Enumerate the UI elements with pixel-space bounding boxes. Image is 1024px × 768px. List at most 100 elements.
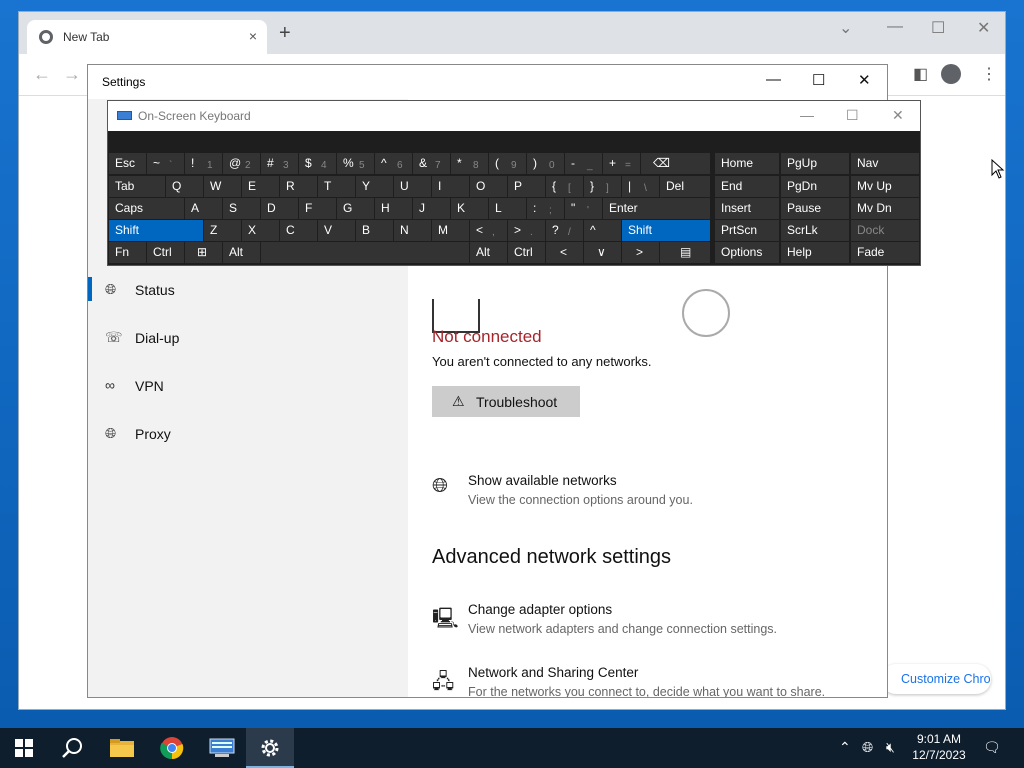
chrome-taskbar-button[interactable] xyxy=(148,728,196,768)
file-explorer-button[interactable] xyxy=(98,728,146,768)
sidebar-item-proxy[interactable]: 🌐︎ Proxy xyxy=(88,415,408,455)
key-prtscn[interactable]: PrtScn xyxy=(715,220,779,241)
key-plus[interactable]: + = xyxy=(603,153,640,174)
key-esc[interactable]: Esc xyxy=(109,153,146,174)
key-5[interactable]: % 5 xyxy=(337,153,374,174)
notification-icon[interactable]: 🗨︎ xyxy=(983,739,1001,756)
key-quote[interactable]: " ' xyxy=(565,198,602,219)
key-mvdn[interactable]: Mv Dn xyxy=(851,198,919,219)
key-m[interactable]: M xyxy=(432,220,469,241)
key-s[interactable]: S xyxy=(223,198,260,219)
key-home[interactable]: Home xyxy=(715,153,779,174)
key-q[interactable]: Q xyxy=(166,176,203,197)
key-options[interactable]: Options xyxy=(715,242,779,263)
key-z[interactable]: Z xyxy=(204,220,241,241)
menu-icon[interactable]: ⋮ xyxy=(981,64,997,84)
key-e[interactable]: E xyxy=(242,176,279,197)
minimize-icon[interactable]: — xyxy=(766,71,781,88)
key-left-ctrl[interactable]: Ctrl xyxy=(147,242,184,263)
key-comma[interactable]: <, xyxy=(470,220,507,241)
chevron-up-icon[interactable]: ⌃ xyxy=(839,739,851,756)
close-icon[interactable]: ✕ xyxy=(977,18,990,38)
side-panel-icon[interactable]: ◧ xyxy=(913,64,928,84)
maximize-icon[interactable]: ☐ xyxy=(846,107,859,124)
key-insert[interactable]: Insert xyxy=(715,198,779,219)
settings-taskbar-button[interactable] xyxy=(246,728,294,768)
osk-taskbar-button[interactable] xyxy=(198,728,246,768)
key-1[interactable]: ! 1 xyxy=(185,153,222,174)
key-t[interactable]: T xyxy=(318,176,355,197)
key-fade[interactable]: Fade xyxy=(851,242,919,263)
key-lbracket[interactable]: {[ xyxy=(546,176,583,197)
key-tilde[interactable]: ~ ` xyxy=(147,153,184,174)
key-down-arrow[interactable]: ∨ xyxy=(584,242,621,263)
key-right-arrow[interactable]: > xyxy=(622,242,659,263)
key-left-shift[interactable]: Shift xyxy=(109,220,203,241)
key-g[interactable]: G xyxy=(337,198,374,219)
key-space[interactable] xyxy=(261,242,469,263)
adapter-link[interactable]: Change adapter options xyxy=(468,602,612,617)
key-right-shift[interactable]: Shift xyxy=(622,220,710,241)
key-period[interactable]: >. xyxy=(508,220,545,241)
key-right-alt[interactable]: Alt xyxy=(470,242,507,263)
key-0[interactable]: ) 0 xyxy=(527,153,564,174)
customize-chrome-button[interactable]: Customize Chrome xyxy=(881,664,991,694)
key-h[interactable]: H xyxy=(375,198,412,219)
key-o[interactable]: O xyxy=(470,176,507,197)
key-9[interactable]: (9 xyxy=(489,153,526,174)
key-slash[interactable]: ? / xyxy=(546,220,583,241)
key-scrlk[interactable]: ScrLk xyxy=(781,220,849,241)
key-left-alt[interactable]: Alt xyxy=(223,242,260,263)
forward-icon[interactable]: → xyxy=(63,64,81,85)
key-l[interactable]: L xyxy=(489,198,526,219)
key-6[interactable]: ^ 6 xyxy=(375,153,412,174)
tab-close-icon[interactable]: × xyxy=(249,28,257,44)
minimize-icon[interactable]: — xyxy=(887,18,903,36)
key-pipe[interactable]: | \ xyxy=(622,176,659,197)
key-end[interactable]: End xyxy=(715,176,779,197)
volume-muted-icon[interactable]: 🔇︎ xyxy=(886,739,895,756)
key-pgdn[interactable]: PgDn xyxy=(781,176,849,197)
key-caps[interactable]: Caps xyxy=(109,198,184,219)
key-nav[interactable]: Nav xyxy=(851,153,919,174)
minimize-icon[interactable]: — xyxy=(800,107,814,123)
key-j[interactable]: J xyxy=(413,198,450,219)
key-3[interactable]: #3 xyxy=(261,153,298,174)
key-fn[interactable]: Fn xyxy=(109,242,146,263)
key-mvup[interactable]: Mv Up xyxy=(851,176,919,197)
key-b[interactable]: B xyxy=(356,220,393,241)
network-icon[interactable]: 🌐︎ xyxy=(862,739,873,756)
key-n[interactable]: N xyxy=(394,220,431,241)
key-u[interactable]: U xyxy=(394,176,431,197)
chrome-tab[interactable]: New Tab × xyxy=(27,20,267,54)
key-2[interactable]: @2 xyxy=(223,153,260,174)
key-c[interactable]: C xyxy=(280,220,317,241)
key-w[interactable]: W xyxy=(204,176,241,197)
key-left-arrow[interactable]: < xyxy=(546,242,583,263)
key-pgup[interactable]: PgUp xyxy=(781,153,849,174)
key-i[interactable]: I xyxy=(432,176,469,197)
sidebar-item-dialup[interactable]: ☏ Dial-up xyxy=(88,319,408,359)
maximize-icon[interactable]: ☐ xyxy=(812,71,825,89)
key-v[interactable]: V xyxy=(318,220,355,241)
key-7[interactable]: & 7 xyxy=(413,153,450,174)
sidebar-item-status[interactable]: 🌐︎ Status xyxy=(88,271,408,311)
key-k[interactable]: K xyxy=(451,198,488,219)
clock[interactable]: 9:01 AM 12/7/2023 xyxy=(907,731,971,763)
close-icon[interactable]: ✕ xyxy=(858,71,871,89)
key-minus[interactable]: - _ xyxy=(565,153,602,174)
profile-avatar[interactable] xyxy=(941,64,961,84)
key-x[interactable]: X xyxy=(242,220,279,241)
start-button[interactable] xyxy=(0,728,48,768)
key-rbracket[interactable]: }] xyxy=(584,176,621,197)
key-dock[interactable]: Dock xyxy=(851,220,919,241)
search-button[interactable] xyxy=(48,728,96,768)
key-right-ctrl[interactable]: Ctrl xyxy=(508,242,545,263)
maximize-icon[interactable]: ☐ xyxy=(931,18,945,38)
key-8[interactable]: * 8 xyxy=(451,153,488,174)
troubleshoot-button[interactable]: ⚠ Troubleshoot xyxy=(432,386,580,417)
key-semicolon[interactable]: :; xyxy=(527,198,564,219)
tab-search-icon[interactable]: ⌄ xyxy=(839,18,852,38)
show-networks-link[interactable]: Show available networks xyxy=(468,473,617,488)
key-windows[interactable]: ⊞ xyxy=(185,242,222,263)
